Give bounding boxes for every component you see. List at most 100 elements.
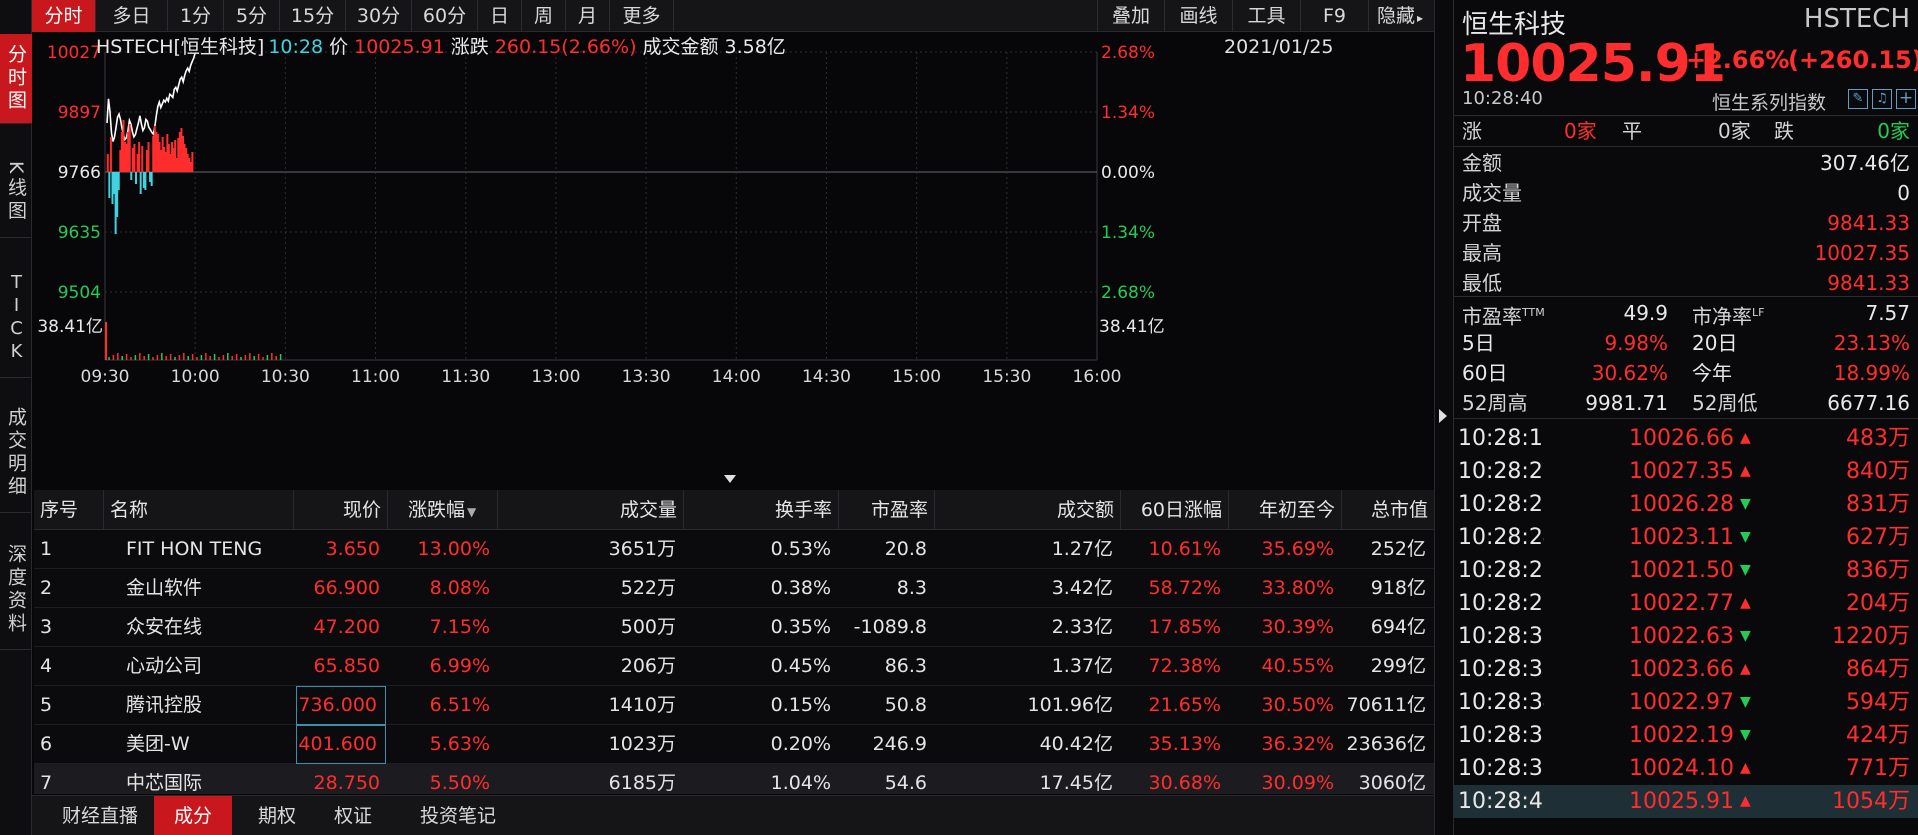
perf-label: 今年 <box>1692 361 1732 385</box>
vtab-intraday[interactable]: 分时图 <box>0 34 32 124</box>
edit-icon[interactable]: ✎ <box>1848 89 1868 109</box>
col-index[interactable]: 序号 <box>34 490 104 530</box>
col-60d[interactable]: 60日涨幅 <box>1121 490 1229 530</box>
vtab-depth[interactable]: 深度资料 <box>0 530 32 650</box>
period-5min[interactable]: 5分 <box>224 0 280 32</box>
tick-time: 10:28:24 <box>1458 525 1544 550</box>
cell-turnover-rate: 0.15% <box>770 694 831 716</box>
tab-notes[interactable]: 投资笔记 <box>398 796 518 835</box>
tick-row[interactable]: 10:28:32 10023.66 ▲ 864万 <box>1454 653 1918 686</box>
divider <box>1454 418 1918 419</box>
period-intraday[interactable]: 分时 <box>32 0 96 32</box>
cell-change-pct: 7.15% <box>429 616 490 638</box>
tick-row[interactable]: 10:28:30 10022.63 ▼ 1220万 <box>1454 620 1918 653</box>
col-volume[interactable]: 成交量 <box>498 490 684 530</box>
tick-price: 10024.10 <box>1629 756 1734 781</box>
pb-label: 市净率LF <box>1692 298 1764 332</box>
col-turnover-rate[interactable]: 换手率 <box>684 490 839 530</box>
pb-sup: LF <box>1752 306 1765 319</box>
cell-volume: 1410万 <box>608 694 676 716</box>
tick-row[interactable]: 10:28:28 10022.77 ▲ 204万 <box>1454 587 1918 620</box>
draw-line-button[interactable]: 画线 <box>1165 0 1233 32</box>
col-pe[interactable]: 市盈率 <box>839 490 935 530</box>
tick-row[interactable]: 10:28:40 10025.91 ▲ 1054万 <box>1454 785 1918 818</box>
tick-price: 10021.50 <box>1629 558 1734 583</box>
period-60min[interactable]: 60分 <box>412 0 478 32</box>
tick-row[interactable]: 10:28:38 10024.10 ▲ 771万 <box>1454 752 1918 785</box>
vtab-trades[interactable]: 成交明细 <box>0 393 32 513</box>
tick-row[interactable]: 10:28:34 10022.97 ▼ 594万 <box>1454 686 1918 719</box>
tick-row[interactable]: 10:28:22 10026.28 ▼ 831万 <box>1454 488 1918 521</box>
cell-index: 3 <box>40 616 53 638</box>
col-price[interactable]: 现价 <box>294 490 388 530</box>
period-week[interactable]: 周 <box>522 0 566 32</box>
tick-time: 10:28:20 <box>1458 459 1544 484</box>
alert-bell-icon[interactable]: ♫ <box>1872 89 1892 109</box>
overlay-button[interactable]: 叠加 <box>1097 0 1165 32</box>
col-name[interactable]: 名称 <box>104 490 294 530</box>
tick-row[interactable]: 10:28:36 10022.19 ▼ 424万 <box>1454 719 1918 752</box>
arrow-up-icon: ▲ <box>1740 595 1751 611</box>
tick-price: 10025.91 <box>1629 789 1734 814</box>
tick-time: 10:28:34 <box>1458 690 1544 715</box>
period-1min[interactable]: 1分 <box>168 0 224 32</box>
tick-time: 10:28:22 <box>1458 492 1544 517</box>
cell-60d: 17.85% <box>1148 616 1221 638</box>
table-row[interactable]: 6 美团-W 401.600 5.63% 1023万 0.20% 246.9 40.42亿 35… <box>34 725 1434 764</box>
perf-label: 20日 <box>1692 331 1738 355</box>
col-change-pct[interactable]: 涨跌幅 ▼ <box>388 490 498 530</box>
tick-volume: 840万 <box>1846 459 1910 484</box>
period-30min[interactable]: 30分 <box>346 0 412 32</box>
period-month[interactable]: 月 <box>566 0 610 32</box>
f9-button[interactable]: F9 <box>1301 0 1369 32</box>
arrow-down-icon: ▼ <box>1740 529 1751 545</box>
chart-change-label: 涨跌 <box>450 36 489 58</box>
tick-row[interactable]: 10:28:18 10026.66 ▲ 483万 <box>1454 422 1918 455</box>
table-row[interactable]: 7 中芯国际 28.750 5.50% 6185万 1.04% 54.6 17.45亿 30.6… <box>34 764 1434 794</box>
cell-ytd: 36.32% <box>1261 733 1334 755</box>
hide-button[interactable]: 隐藏 ▸ <box>1369 0 1434 32</box>
table-row[interactable]: 1 FIT HON TENG 3.650 13.00% 3651万 0.53% 20.8 1.… <box>34 530 1434 569</box>
vtab-tick[interactable]: TICK <box>0 258 32 378</box>
collapse-panel-icon[interactable] <box>1438 408 1448 424</box>
period-more[interactable]: 更多 <box>610 0 674 32</box>
col-amount[interactable]: 成交额 <box>935 490 1121 530</box>
perf-row: 5日 9.98% 20日 23.13% <box>1454 328 1918 358</box>
tab-options[interactable]: 期权 <box>242 796 312 835</box>
cell-price: 28.750 <box>313 772 380 794</box>
arrow-down-icon: ▼ <box>1740 694 1751 710</box>
52w-low-label: 52周低 <box>1692 391 1758 415</box>
intraday-chart[interactable]: 10027 2.68% 9897 1.34% 9766 0.00% 9635 1.34% 950… <box>32 32 1434 472</box>
cell-pe: 246.9 <box>872 733 927 755</box>
cell-turnover-rate: 0.20% <box>770 733 831 755</box>
constituents-table: 序号 名称 现价 涨跌幅 ▼ 成交量 换手率 市盈率 成交额 60日涨幅 年初至今… <box>34 490 1434 794</box>
period-multiday[interactable]: 多日 <box>96 0 168 32</box>
tab-live[interactable]: 财经直播 <box>40 796 160 835</box>
add-watchlist-icon[interactable]: + <box>1896 89 1916 109</box>
tab-warrants[interactable]: 权证 <box>318 796 388 835</box>
tick-volume: 864万 <box>1846 657 1910 682</box>
tick-row[interactable]: 10:28:26 10021.50 ▼ 836万 <box>1454 554 1918 587</box>
cell-index: 2 <box>40 577 53 599</box>
table-row[interactable]: 3 众安在线 47.200 7.15% 500万 0.35% -1089.8 2.33亿 17.… <box>34 608 1434 647</box>
period-15min[interactable]: 15分 <box>280 0 346 32</box>
table-row[interactable]: 2 金山软件 66.900 8.08% 522万 0.38% 8.3 3.42亿 58.72% 3… <box>34 569 1434 608</box>
stat-label: 开盘 <box>1462 211 1502 235</box>
tick-price: 10027.35 <box>1629 459 1734 484</box>
collapse-arrow-icon[interactable] <box>722 473 738 485</box>
tab-constituents[interactable]: 成分 <box>154 796 232 835</box>
cell-change-pct: 6.51% <box>429 694 490 716</box>
table-row[interactable]: 5 腾讯控股 736.000 6.51% 1410万 0.15% 50.8 101.96亿 21… <box>34 686 1434 725</box>
tick-row[interactable]: 10:28:20 10027.35 ▲ 840万 <box>1454 455 1918 488</box>
tools-button[interactable]: 工具 <box>1233 0 1301 32</box>
table-row[interactable]: 4 心动公司 65.850 6.99% 206万 0.45% 86.3 1.37亿 72.38%… <box>34 647 1434 686</box>
chart-canvas: 10027 2.68% 9897 1.34% 9766 0.00% 9635 1.34% 950… <box>37 43 1164 387</box>
col-ytd[interactable]: 年初至今 <box>1229 490 1342 530</box>
tick-price: 10022.77 <box>1629 591 1734 616</box>
x-tick-label: 13:00 <box>531 367 580 387</box>
cell-ytd: 30.50% <box>1261 694 1334 716</box>
vtab-kline[interactable]: K线图 <box>0 148 32 238</box>
period-day[interactable]: 日 <box>478 0 522 32</box>
col-mktcap[interactable]: 总市值 <box>1342 490 1434 530</box>
tick-row[interactable]: 10:28:24 10023.11 ▼ 627万 <box>1454 521 1918 554</box>
